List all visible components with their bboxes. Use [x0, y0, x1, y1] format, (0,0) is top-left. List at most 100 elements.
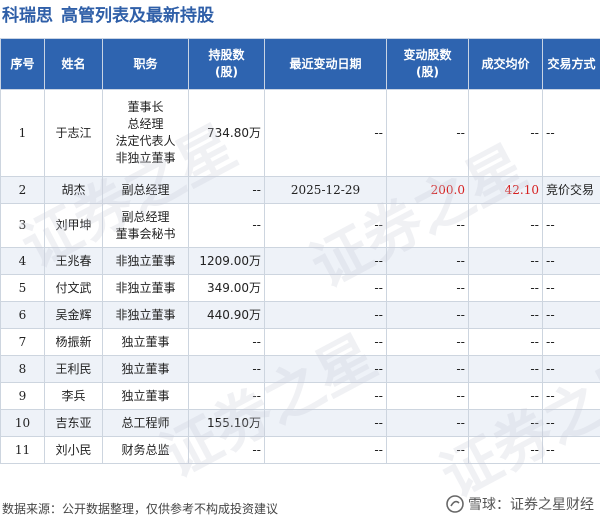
- table-row: 3 刘甲坤 副总经理 董事会秘书 -- -- -- -- --: [0, 203, 600, 248]
- average-price: --: [468, 382, 543, 410]
- row-number: 9: [0, 382, 45, 410]
- average-price: 42.10: [468, 176, 543, 204]
- row-number: 7: [0, 328, 45, 356]
- trade-method: --: [542, 89, 600, 177]
- executive-position: 副总经理 董事会秘书: [102, 203, 189, 248]
- executive-position: 独立董事: [102, 382, 189, 410]
- shareholding: --: [188, 355, 265, 383]
- table-row: 2 胡杰 副总经理 -- 2025-12-29 200.0 42.10 竞价交易: [0, 176, 600, 204]
- position-line: 独立董事: [121, 334, 170, 349]
- executive-position: 独立董事: [102, 355, 189, 383]
- shareholding: --: [188, 176, 265, 204]
- shareholding: 155.10万: [188, 409, 265, 437]
- average-price: --: [468, 301, 543, 329]
- trade-method: --: [542, 301, 600, 329]
- brand-text: 雪球：证券之星财经: [468, 497, 594, 513]
- table-row: 1 于志江 董事长 总经理 法定代表人 非独立董事 734.80万 -- -- -- --: [0, 89, 600, 177]
- last-change-date: --: [264, 203, 387, 248]
- trade-method: --: [542, 328, 600, 356]
- last-change-date: --: [264, 274, 387, 302]
- average-price: --: [468, 409, 543, 437]
- position-line: 财务总监: [121, 442, 170, 457]
- position-line: 非独立董事: [115, 307, 176, 322]
- brand-mark: 雪球：证券之星财经: [446, 494, 594, 514]
- position-line: 总经理: [127, 117, 164, 131]
- last-change-date: --: [264, 382, 387, 410]
- change-shares: --: [386, 409, 469, 437]
- last-change-date: --: [264, 436, 387, 464]
- row-number: 3: [0, 203, 45, 248]
- executive-position: 独立董事: [102, 328, 189, 356]
- average-price: --: [468, 436, 543, 464]
- last-change-date: --: [264, 355, 387, 383]
- executive-name: 刘小民: [44, 436, 103, 464]
- company-name: 科瑞思: [2, 6, 53, 26]
- row-number: 1: [0, 89, 45, 177]
- executive-name: 吴金辉: [44, 301, 103, 329]
- average-price: --: [468, 274, 543, 302]
- header-cell: 持股数 (股): [188, 38, 265, 90]
- row-number: 8: [0, 355, 45, 383]
- executive-name: 杨振新: [44, 328, 103, 356]
- row-number: 4: [0, 247, 45, 275]
- shareholding: 1209.00万: [188, 247, 265, 275]
- row-number: 6: [0, 301, 45, 329]
- position-line: 独立董事: [121, 361, 170, 376]
- executive-name: 刘甲坤: [44, 203, 103, 248]
- row-number: 11: [0, 436, 45, 464]
- last-change-date: --: [264, 409, 387, 437]
- position-line: 副总经理: [121, 209, 170, 224]
- header-cell: 交易方式: [542, 38, 600, 90]
- table-row: 7 杨振新 独立董事 -- -- -- -- --: [0, 328, 600, 356]
- page-title: 科瑞思 高管列表及最新持股: [2, 2, 214, 30]
- executive-position: 总工程师: [102, 409, 189, 437]
- data-source-note: 数据来源：公开数据整理，仅供参考不构成投资建议: [2, 502, 279, 516]
- average-price: --: [468, 328, 543, 356]
- executive-position: 财务总监: [102, 436, 189, 464]
- table-body: 1 于志江 董事长 总经理 法定代表人 非独立董事 734.80万 -- -- -- -- 2 胡杰 副总…: [0, 89, 600, 464]
- trade-method: --: [542, 355, 600, 383]
- shareholding: 734.80万: [188, 89, 265, 177]
- trade-method: --: [542, 203, 600, 248]
- position-line: 法定代表人: [115, 134, 176, 148]
- table-row: 5 付文武 非独立董事 349.00万 -- -- -- --: [0, 274, 600, 302]
- snowball-logo-icon: [446, 495, 464, 513]
- trade-method: --: [542, 247, 600, 275]
- change-shares: --: [386, 203, 469, 248]
- executive-name: 李兵: [44, 382, 103, 410]
- executive-position: 副总经理: [102, 176, 189, 204]
- header-cell: 成交均价: [468, 38, 543, 90]
- last-change-date: --: [264, 247, 387, 275]
- change-shares: --: [386, 274, 469, 302]
- average-price: --: [468, 247, 543, 275]
- executive-table: 序号 姓名 职务 持股数 (股) 最近变动日期 变动股数 (股) 成交均价 交易方式…: [0, 38, 600, 464]
- change-shares: --: [386, 301, 469, 329]
- table-subject: 高管列表及最新持股: [61, 6, 214, 26]
- trade-method: --: [542, 382, 600, 410]
- table-row: 4 王兆春 非独立董事 1209.00万 -- -- -- --: [0, 247, 600, 275]
- header-cell: 序号: [0, 38, 45, 90]
- position-line: 非独立董事: [115, 280, 176, 295]
- position-line: 副总经理: [121, 182, 170, 197]
- change-shares: 200.0: [386, 176, 469, 204]
- executive-position: 非独立董事: [102, 274, 189, 302]
- position-line: 非独立董事: [115, 151, 176, 165]
- last-change-date: --: [264, 328, 387, 356]
- executive-name: 胡杰: [44, 176, 103, 204]
- position-line: 独立董事: [121, 388, 170, 403]
- average-price: --: [468, 203, 543, 248]
- change-shares: --: [386, 382, 469, 410]
- trade-method: --: [542, 409, 600, 437]
- trade-method: --: [542, 436, 600, 464]
- row-number: 5: [0, 274, 45, 302]
- position-line: 董事长: [127, 100, 164, 114]
- header-cell: 最近变动日期: [264, 38, 387, 90]
- shareholding: 349.00万: [188, 274, 265, 302]
- header-cell: 变动股数 (股): [386, 38, 469, 90]
- executive-name: 王兆春: [44, 247, 103, 275]
- header-cell: 职务: [102, 38, 189, 90]
- table-row: 10 吉东亚 总工程师 155.10万 -- -- -- --: [0, 409, 600, 437]
- average-price: --: [468, 89, 543, 177]
- executive-name: 王利民: [44, 355, 103, 383]
- executive-name: 付文武: [44, 274, 103, 302]
